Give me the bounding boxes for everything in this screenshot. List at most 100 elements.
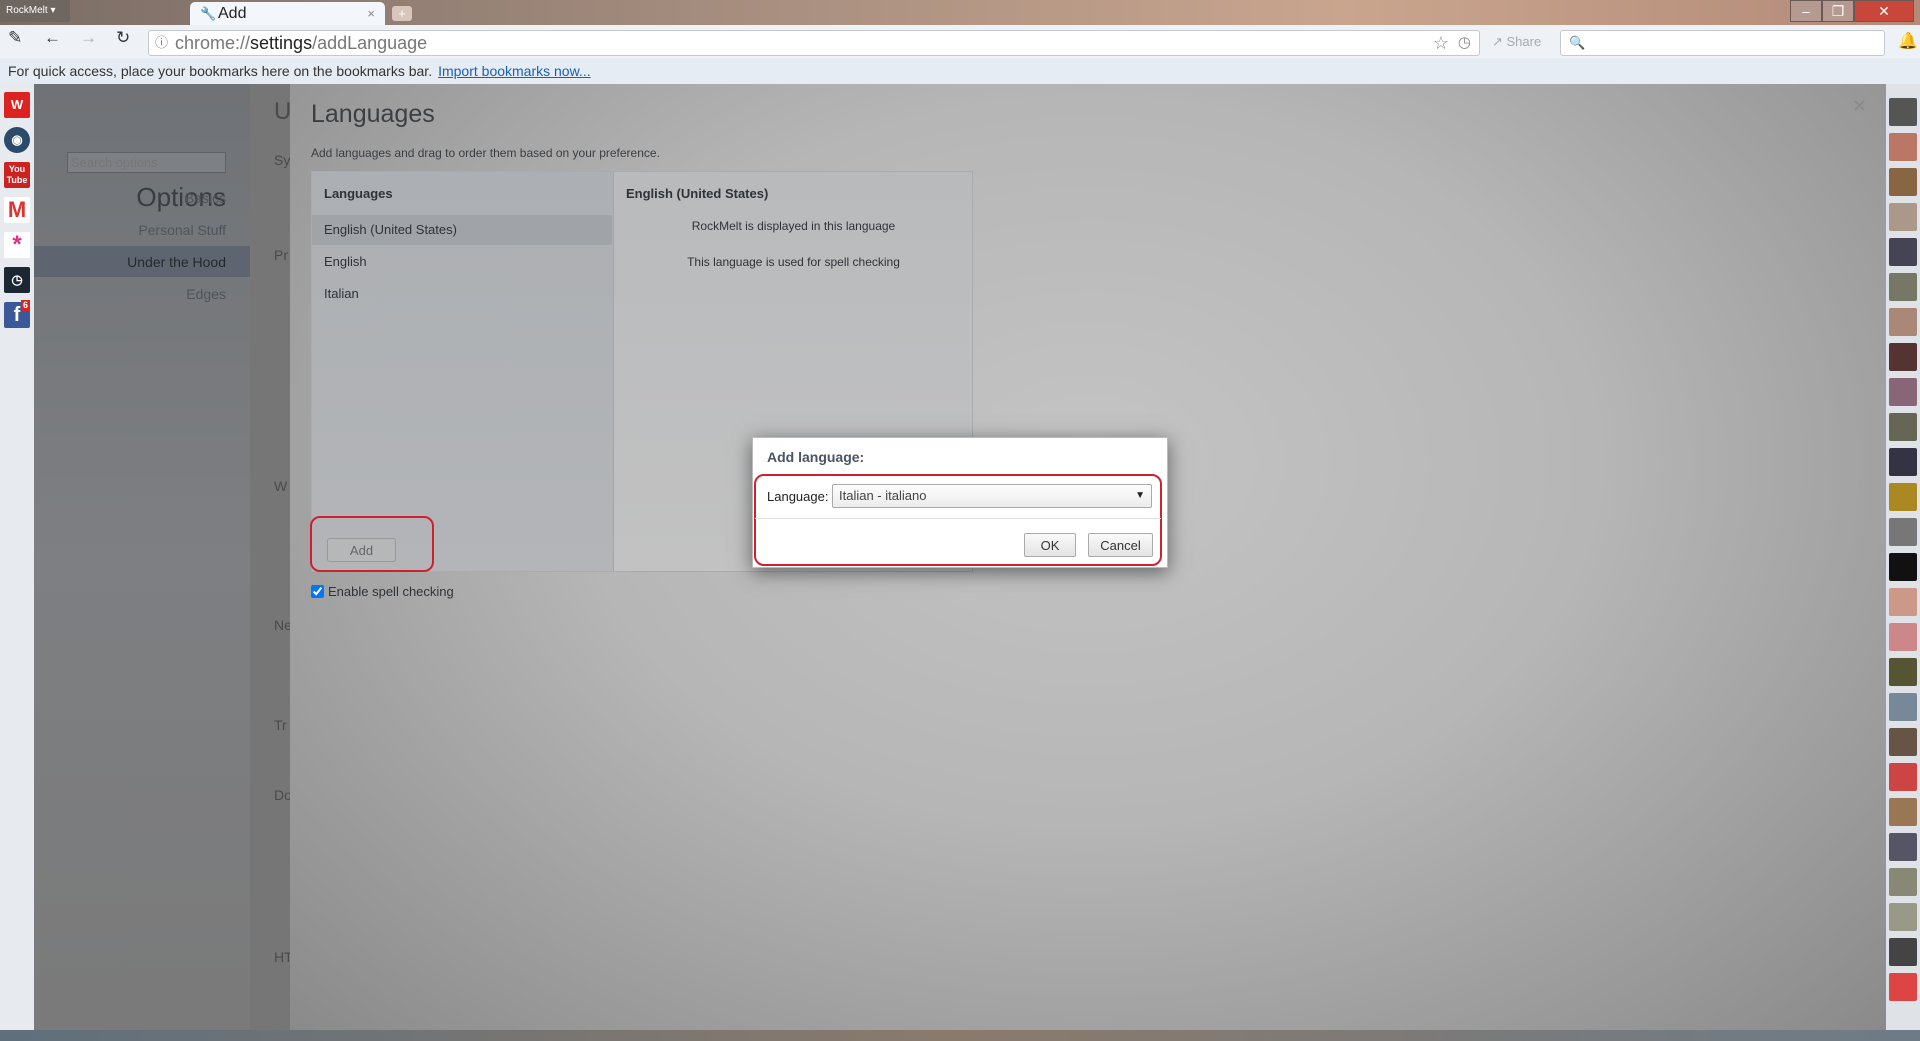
friend-avatar[interactable] xyxy=(1889,133,1917,161)
nav-basics[interactable]: Basics xyxy=(185,190,226,206)
language-item[interactable]: Italian xyxy=(312,279,612,309)
forward-icon[interactable]: → xyxy=(80,28,97,48)
search-icon: 🔍 xyxy=(1569,35,1586,50)
friend-avatar[interactable] xyxy=(1889,343,1917,371)
rockmelt-app-edge: W ◉ You Tube M * ◷ f6 xyxy=(0,84,34,1030)
compose-icon[interactable]: ✎ xyxy=(8,28,22,48)
friend-avatar[interactable] xyxy=(1889,973,1917,1001)
bookmarks-prompt: For quick access, place your bookmarks h… xyxy=(8,63,433,79)
language-select[interactable]: Italian - italiano ▼ xyxy=(832,484,1152,508)
friend-avatar[interactable] xyxy=(1889,658,1917,686)
taskbar xyxy=(0,1030,1920,1041)
language-list-header: Languages xyxy=(324,186,393,201)
youtube-icon[interactable]: You Tube xyxy=(4,162,30,188)
wrench-icon: 🔧 xyxy=(200,6,217,21)
friend-avatar[interactable] xyxy=(1889,308,1917,336)
cancel-button[interactable]: Cancel xyxy=(1088,533,1153,557)
url-path: /addLanguage xyxy=(312,33,428,53)
share-icon: ↗ xyxy=(1492,34,1507,49)
minimize-button[interactable]: – xyxy=(1790,0,1822,22)
nav-under-the-hood[interactable]: Under the Hood xyxy=(127,254,226,270)
friend-avatar[interactable] xyxy=(1889,588,1917,616)
asterisk-app-icon[interactable]: * xyxy=(4,232,30,258)
bg-text: U xyxy=(274,98,292,125)
bg-text: W xyxy=(274,478,288,494)
bell-icon[interactable]: 🔔 xyxy=(1898,31,1918,51)
reload-icon[interactable]: ↻ xyxy=(116,28,130,48)
address-bar[interactable]: ⓘ chrome://settings/addLanguage ☆ ◷ xyxy=(148,30,1480,56)
tab-close-icon[interactable]: × xyxy=(367,2,375,25)
friend-avatar[interactable] xyxy=(1889,903,1917,931)
friend-avatar[interactable] xyxy=(1889,448,1917,476)
language-list: Languages English (United States) Englis… xyxy=(310,172,613,572)
gmail-icon[interactable]: M xyxy=(4,197,30,223)
friend-avatar[interactable] xyxy=(1889,868,1917,896)
clock-icon[interactable]: ◷ xyxy=(4,267,30,293)
language-item[interactable]: English (United States) xyxy=(312,215,612,245)
import-bookmarks-link[interactable]: Import bookmarks now... xyxy=(438,63,591,79)
friend-avatar[interactable] xyxy=(1889,623,1917,651)
nav-edges[interactable]: Edges xyxy=(186,286,226,302)
url-host: chrome:// xyxy=(175,33,251,53)
divider xyxy=(755,518,1161,519)
app-icon-1[interactable]: W xyxy=(4,92,30,118)
notification-badge: 6 xyxy=(20,300,30,311)
bookmarks-bar: For quick access, place your bookmarks h… xyxy=(0,58,1920,84)
star-icon[interactable]: ☆ xyxy=(1433,31,1449,55)
friend-avatar[interactable] xyxy=(1889,413,1917,441)
facebook-icon[interactable]: f6 xyxy=(4,300,30,328)
language-item[interactable]: English xyxy=(312,247,612,277)
add-language-dialog: Add language: Language: Italian - italia… xyxy=(752,437,1168,568)
spell-check-option[interactable]: Enable spell checking xyxy=(311,584,454,599)
friend-avatar[interactable] xyxy=(1889,938,1917,966)
url-bold: settings xyxy=(250,33,313,53)
nav-personal-stuff[interactable]: Personal Stuff xyxy=(138,222,226,238)
friend-avatar[interactable] xyxy=(1889,693,1917,721)
share-button[interactable]: ↗ Share xyxy=(1492,34,1541,50)
detail-line: RockMelt is displayed in this language xyxy=(691,219,896,233)
bg-text: Sy xyxy=(274,152,291,168)
history-icon[interactable]: ◷ xyxy=(1458,31,1471,55)
spell-check-checkbox[interactable] xyxy=(311,585,324,598)
ok-button[interactable]: OK xyxy=(1024,533,1076,557)
globe-icon[interactable]: ◉ xyxy=(4,127,30,153)
close-window-button[interactable]: ✕ xyxy=(1854,0,1914,22)
page-info-icon: ⓘ xyxy=(155,35,169,50)
maximize-button[interactable]: ❐ xyxy=(1822,0,1854,22)
new-tab-button[interactable]: + xyxy=(392,6,412,21)
friend-avatar[interactable] xyxy=(1889,238,1917,266)
language-label: Language: xyxy=(767,489,829,504)
options-sidebar: Options Basics Personal Stuff Under the … xyxy=(34,84,250,1030)
detail-line: This language is used for spell checking xyxy=(687,255,900,269)
tab-add[interactable]: 🔧 Add × xyxy=(190,2,385,25)
bg-text: Tr xyxy=(274,717,287,733)
friend-avatar[interactable] xyxy=(1889,378,1917,406)
friend-avatar[interactable] xyxy=(1889,833,1917,861)
background-page: U Sy Pr W Ne Tr Do HT xyxy=(250,84,293,1030)
friend-avatar[interactable] xyxy=(1889,273,1917,301)
search-input[interactable]: 🔍 xyxy=(1560,30,1885,56)
friend-avatar[interactable] xyxy=(1889,763,1917,791)
friend-avatar[interactable] xyxy=(1889,798,1917,826)
title-bar: RockMelt ▾ 🔧 Add × + – ❐ ✕ xyxy=(0,0,1920,25)
rockmelt-menu-button[interactable]: RockMelt ▾ xyxy=(0,0,70,22)
add-language-button[interactable]: Add xyxy=(327,538,396,562)
dialog-title: Add language: xyxy=(767,449,865,465)
friend-avatar[interactable] xyxy=(1889,728,1917,756)
back-icon[interactable]: ← xyxy=(44,28,61,48)
spell-check-label: Enable spell checking xyxy=(328,584,454,599)
chevron-down-icon: ▼ xyxy=(1135,490,1145,501)
friend-avatar[interactable] xyxy=(1889,98,1917,126)
share-label: Share xyxy=(1506,34,1542,49)
friend-avatar[interactable] xyxy=(1889,203,1917,231)
friend-avatar[interactable] xyxy=(1889,483,1917,511)
search-options-input[interactable] xyxy=(67,152,226,173)
friend-avatar[interactable] xyxy=(1889,168,1917,196)
bg-text: Pr xyxy=(274,247,288,263)
friends-edge xyxy=(1886,84,1920,1030)
detail-header: English (United States) xyxy=(626,186,769,201)
friend-avatar[interactable] xyxy=(1889,553,1917,581)
languages-title: Languages xyxy=(311,100,435,128)
friend-avatar[interactable] xyxy=(1889,518,1917,546)
close-overlay-icon[interactable]: ✕ xyxy=(1852,96,1867,117)
